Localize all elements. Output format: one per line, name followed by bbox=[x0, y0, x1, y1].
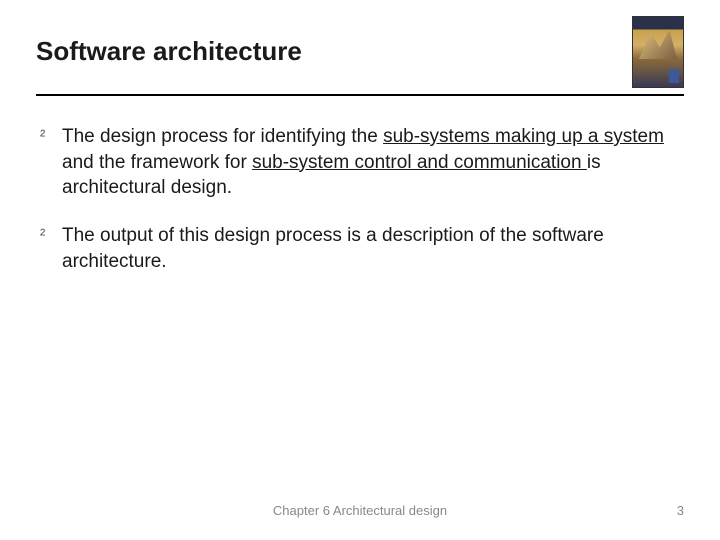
slide: Software architecture ²The design proces… bbox=[0, 0, 720, 540]
slide-header: Software architecture bbox=[36, 28, 684, 96]
bullet-text: The output of this design process is a d… bbox=[62, 223, 684, 274]
slide-title: Software architecture bbox=[36, 28, 302, 67]
bullet-marker-icon: ² bbox=[40, 124, 62, 148]
slide-footer: Chapter 6 Architectural design bbox=[0, 503, 720, 518]
bullet-text: The design process for identifying the s… bbox=[62, 124, 684, 201]
bullet-item: ²The output of this design process is a … bbox=[40, 223, 684, 274]
bullet-item: ²The design process for identifying the … bbox=[40, 124, 684, 201]
bullet-marker-icon: ² bbox=[40, 223, 62, 247]
page-number: 3 bbox=[677, 503, 684, 518]
slide-content: ²The design process for identifying the … bbox=[36, 124, 684, 274]
book-cover-image bbox=[632, 16, 684, 88]
